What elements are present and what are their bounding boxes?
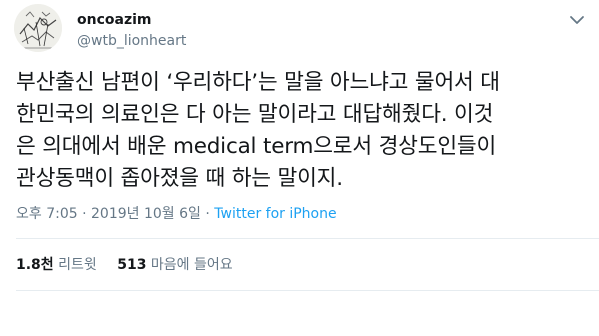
likes-label: 마음에 들어요 <box>150 257 233 273</box>
tweet-line: 한민국의 의료인은 다 아는 말이라고 대답해줬다. 이것 <box>16 102 494 127</box>
likes-count: 513 <box>117 257 147 273</box>
avatar[interactable] <box>14 4 62 52</box>
retweets-stat[interactable]: 1.8천 리트윗 <box>16 257 97 273</box>
tweet-time[interactable]: 오후 7:05 <box>16 206 78 222</box>
meta-separator: · <box>200 206 215 222</box>
display-name[interactable]: oncoazim <box>77 11 151 29</box>
tweet-line: 부산출신 남편이 ‘우리하다’는 말을 아느냐고 물어서 대 <box>16 70 500 95</box>
meta-separator: · <box>77 206 92 222</box>
chevron-down-icon <box>570 16 584 24</box>
divider <box>16 238 599 239</box>
tweet-source-link[interactable]: Twitter for iPhone <box>214 206 336 222</box>
tweet-meta: 오후 7:05 · 2019년 10월 6일 · Twitter for iPh… <box>16 205 337 223</box>
tweet-line: 관상동맥이 좁아졌을 때 하는 말이지. <box>16 166 343 191</box>
tweet-line: 은 의대에서 배운 medical term으로서 경상도인들이 <box>16 134 497 159</box>
retweets-label: 리트윗 <box>58 257 97 273</box>
user-handle[interactable]: @wtb_lionheart <box>77 32 186 50</box>
sketch-artwork-icon <box>14 4 62 52</box>
retweets-count: 1.8천 <box>16 257 54 273</box>
tweet-text: 부산출신 남편이 ‘우리하다’는 말을 아느냐고 물어서 대 한민국의 의료인은… <box>16 67 591 195</box>
likes-stat[interactable]: 513 마음에 들어요 <box>117 257 232 273</box>
tweet-stats: 1.8천 리트윗 513 마음에 들어요 <box>16 256 249 274</box>
tweet-date[interactable]: 2019년 10월 6일 <box>91 206 201 222</box>
divider <box>16 290 599 291</box>
more-options-button[interactable] <box>567 10 587 30</box>
